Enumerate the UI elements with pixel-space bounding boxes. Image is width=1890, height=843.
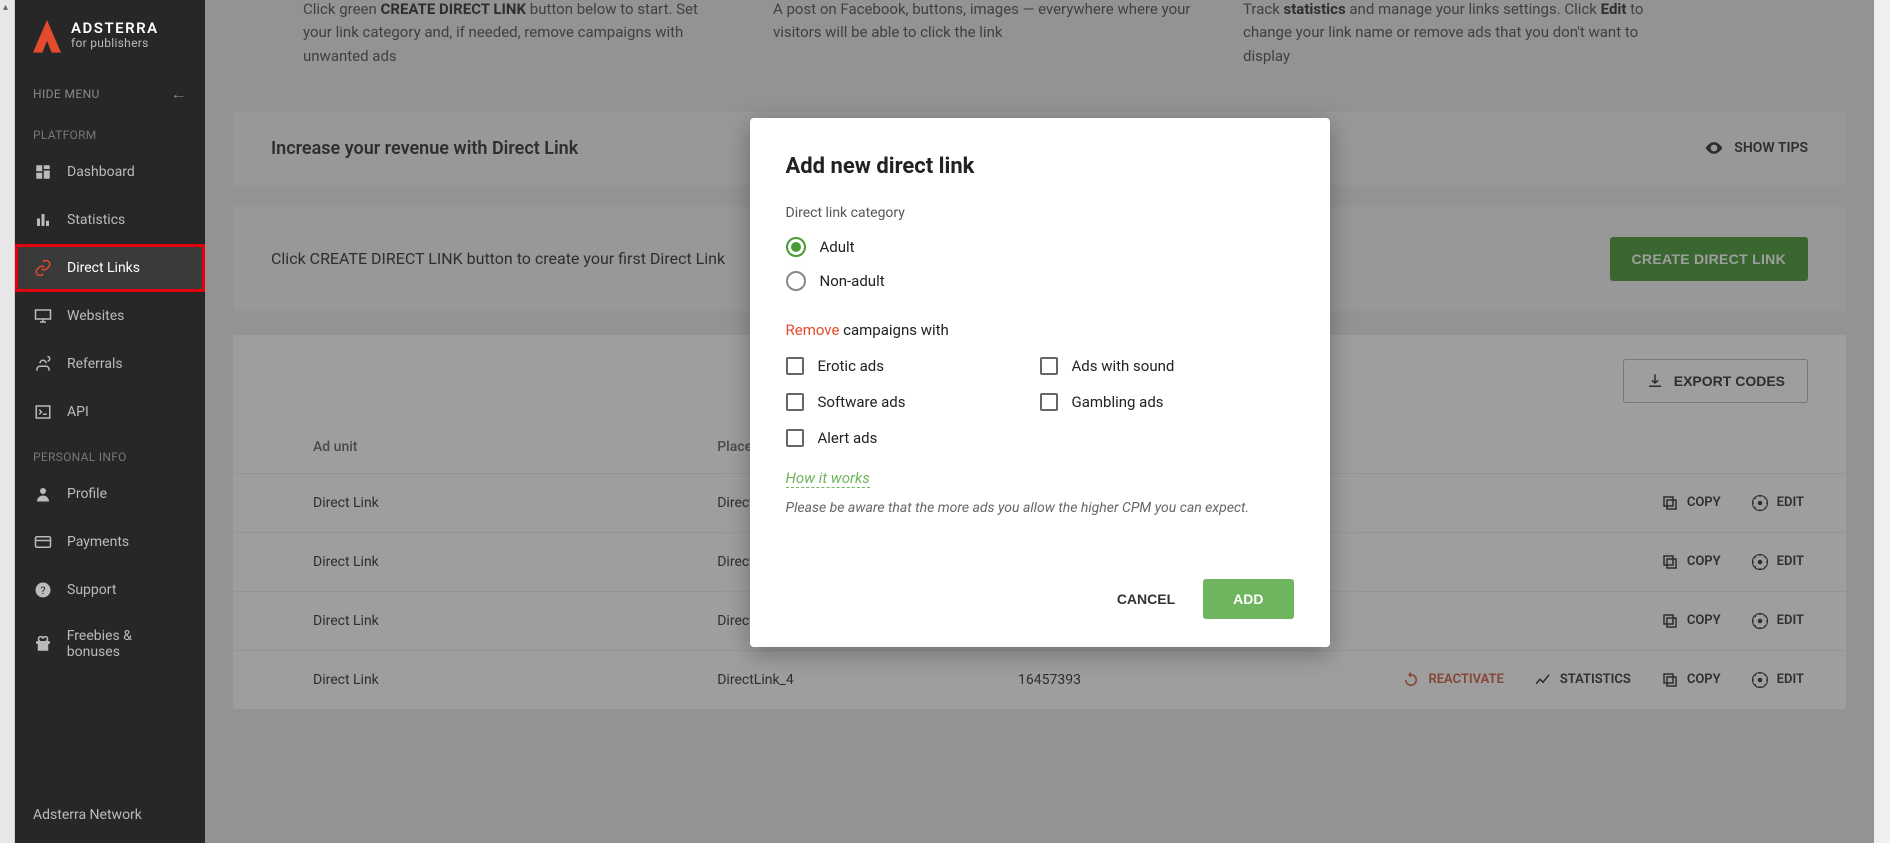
- brand: ADSTERRA for publishers: [15, 8, 205, 74]
- checkbox-ads-with-sound[interactable]: Ads with sound: [1040, 357, 1294, 375]
- sidebar: ADSTERRA for publishers HIDE MENU ← PLAT…: [15, 0, 205, 843]
- hide-menu-label: HIDE MENU: [33, 87, 100, 101]
- sidebar-item-label: Direct Links: [67, 260, 140, 276]
- dashboard-icon: [33, 162, 53, 182]
- checkbox-icon: [1040, 393, 1058, 411]
- checkbox-alert-ads[interactable]: Alert ads: [786, 429, 1040, 447]
- checkbox-erotic-ads[interactable]: Erotic ads: [786, 357, 1040, 375]
- cancel-button[interactable]: CANCEL: [1117, 591, 1175, 607]
- sidebar-item-label: Support: [67, 582, 116, 598]
- checkbox-software-ads[interactable]: Software ads: [786, 393, 1040, 411]
- category-label: Direct link category: [786, 205, 1294, 221]
- users-icon: [33, 354, 53, 374]
- sidebar-item-label: Statistics: [67, 212, 125, 228]
- terminal-icon: [33, 402, 53, 422]
- main-content: 1Create Direct Link Click green CREATE D…: [205, 0, 1874, 843]
- radio-icon: [786, 237, 806, 257]
- gift-icon: [33, 634, 53, 654]
- right-scrollbar[interactable]: [1874, 0, 1890, 843]
- sidebar-item-support[interactable]: ? Support: [15, 566, 205, 614]
- sidebar-item-api[interactable]: API: [15, 388, 205, 436]
- radio-adult[interactable]: Adult: [786, 237, 1294, 257]
- svg-text:?: ?: [41, 584, 46, 597]
- sidebar-item-label: API: [67, 404, 89, 420]
- how-it-works-link[interactable]: How it works: [786, 469, 870, 488]
- checkbox-icon: [786, 393, 804, 411]
- card-icon: [33, 532, 53, 552]
- sidebar-item-websites[interactable]: Websites: [15, 292, 205, 340]
- sidebar-item-network[interactable]: Adsterra Network: [15, 793, 205, 837]
- modal-title: Add new direct link: [786, 154, 1294, 179]
- user-icon: [33, 484, 53, 504]
- brand-logo-icon: [33, 20, 61, 54]
- brand-name: ADSTERRA: [71, 20, 159, 37]
- radio-nonadult[interactable]: Non-adult: [786, 271, 1294, 291]
- sidebar-item-profile[interactable]: Profile: [15, 470, 205, 518]
- sidebar-item-label: Websites: [67, 308, 124, 324]
- checkbox-icon: [786, 357, 804, 375]
- checkbox-icon: [786, 429, 804, 447]
- sidebar-item-label: Dashboard: [67, 164, 135, 180]
- help-icon: ?: [33, 580, 53, 600]
- checkbox-icon: [1040, 357, 1058, 375]
- add-direct-link-modal: Add new direct link Direct link category…: [750, 118, 1330, 647]
- link-icon: [33, 258, 53, 278]
- sidebar-item-dashboard[interactable]: Dashboard: [15, 148, 205, 196]
- sidebar-item-label: Profile: [67, 486, 107, 502]
- brand-subtitle: for publishers: [71, 37, 159, 50]
- radio-icon: [786, 271, 806, 291]
- sidebar-item-direct-links[interactable]: Direct Links: [15, 244, 205, 292]
- modal-overlay[interactable]: Add new direct link Direct link category…: [205, 0, 1874, 843]
- modal-note: Please be aware that the more ads you al…: [786, 498, 1294, 519]
- arrow-left-icon: ←: [171, 84, 187, 104]
- add-button[interactable]: ADD: [1203, 579, 1293, 619]
- section-platform: PLATFORM: [15, 114, 205, 148]
- bar-chart-icon: [33, 210, 53, 230]
- sidebar-item-statistics[interactable]: Statistics: [15, 196, 205, 244]
- sidebar-item-referrals[interactable]: Referrals: [15, 340, 205, 388]
- sidebar-item-label: Payments: [67, 534, 129, 550]
- sidebar-item-label: Freebies & bonuses: [67, 628, 187, 660]
- sidebar-item-label: Adsterra Network: [33, 807, 142, 823]
- monitor-icon: [33, 306, 53, 326]
- sidebar-item-freebies[interactable]: Freebies & bonuses: [15, 614, 205, 674]
- remove-campaigns-label: Remove campaigns with: [786, 321, 1294, 339]
- left-scrollbar[interactable]: [0, 0, 15, 843]
- checkbox-gambling-ads[interactable]: Gambling ads: [1040, 393, 1294, 411]
- sidebar-item-label: Referrals: [67, 356, 123, 372]
- hide-menu-toggle[interactable]: HIDE MENU ←: [15, 74, 205, 114]
- section-personal: PERSONAL INFO: [15, 436, 205, 470]
- sidebar-item-payments[interactable]: Payments: [15, 518, 205, 566]
